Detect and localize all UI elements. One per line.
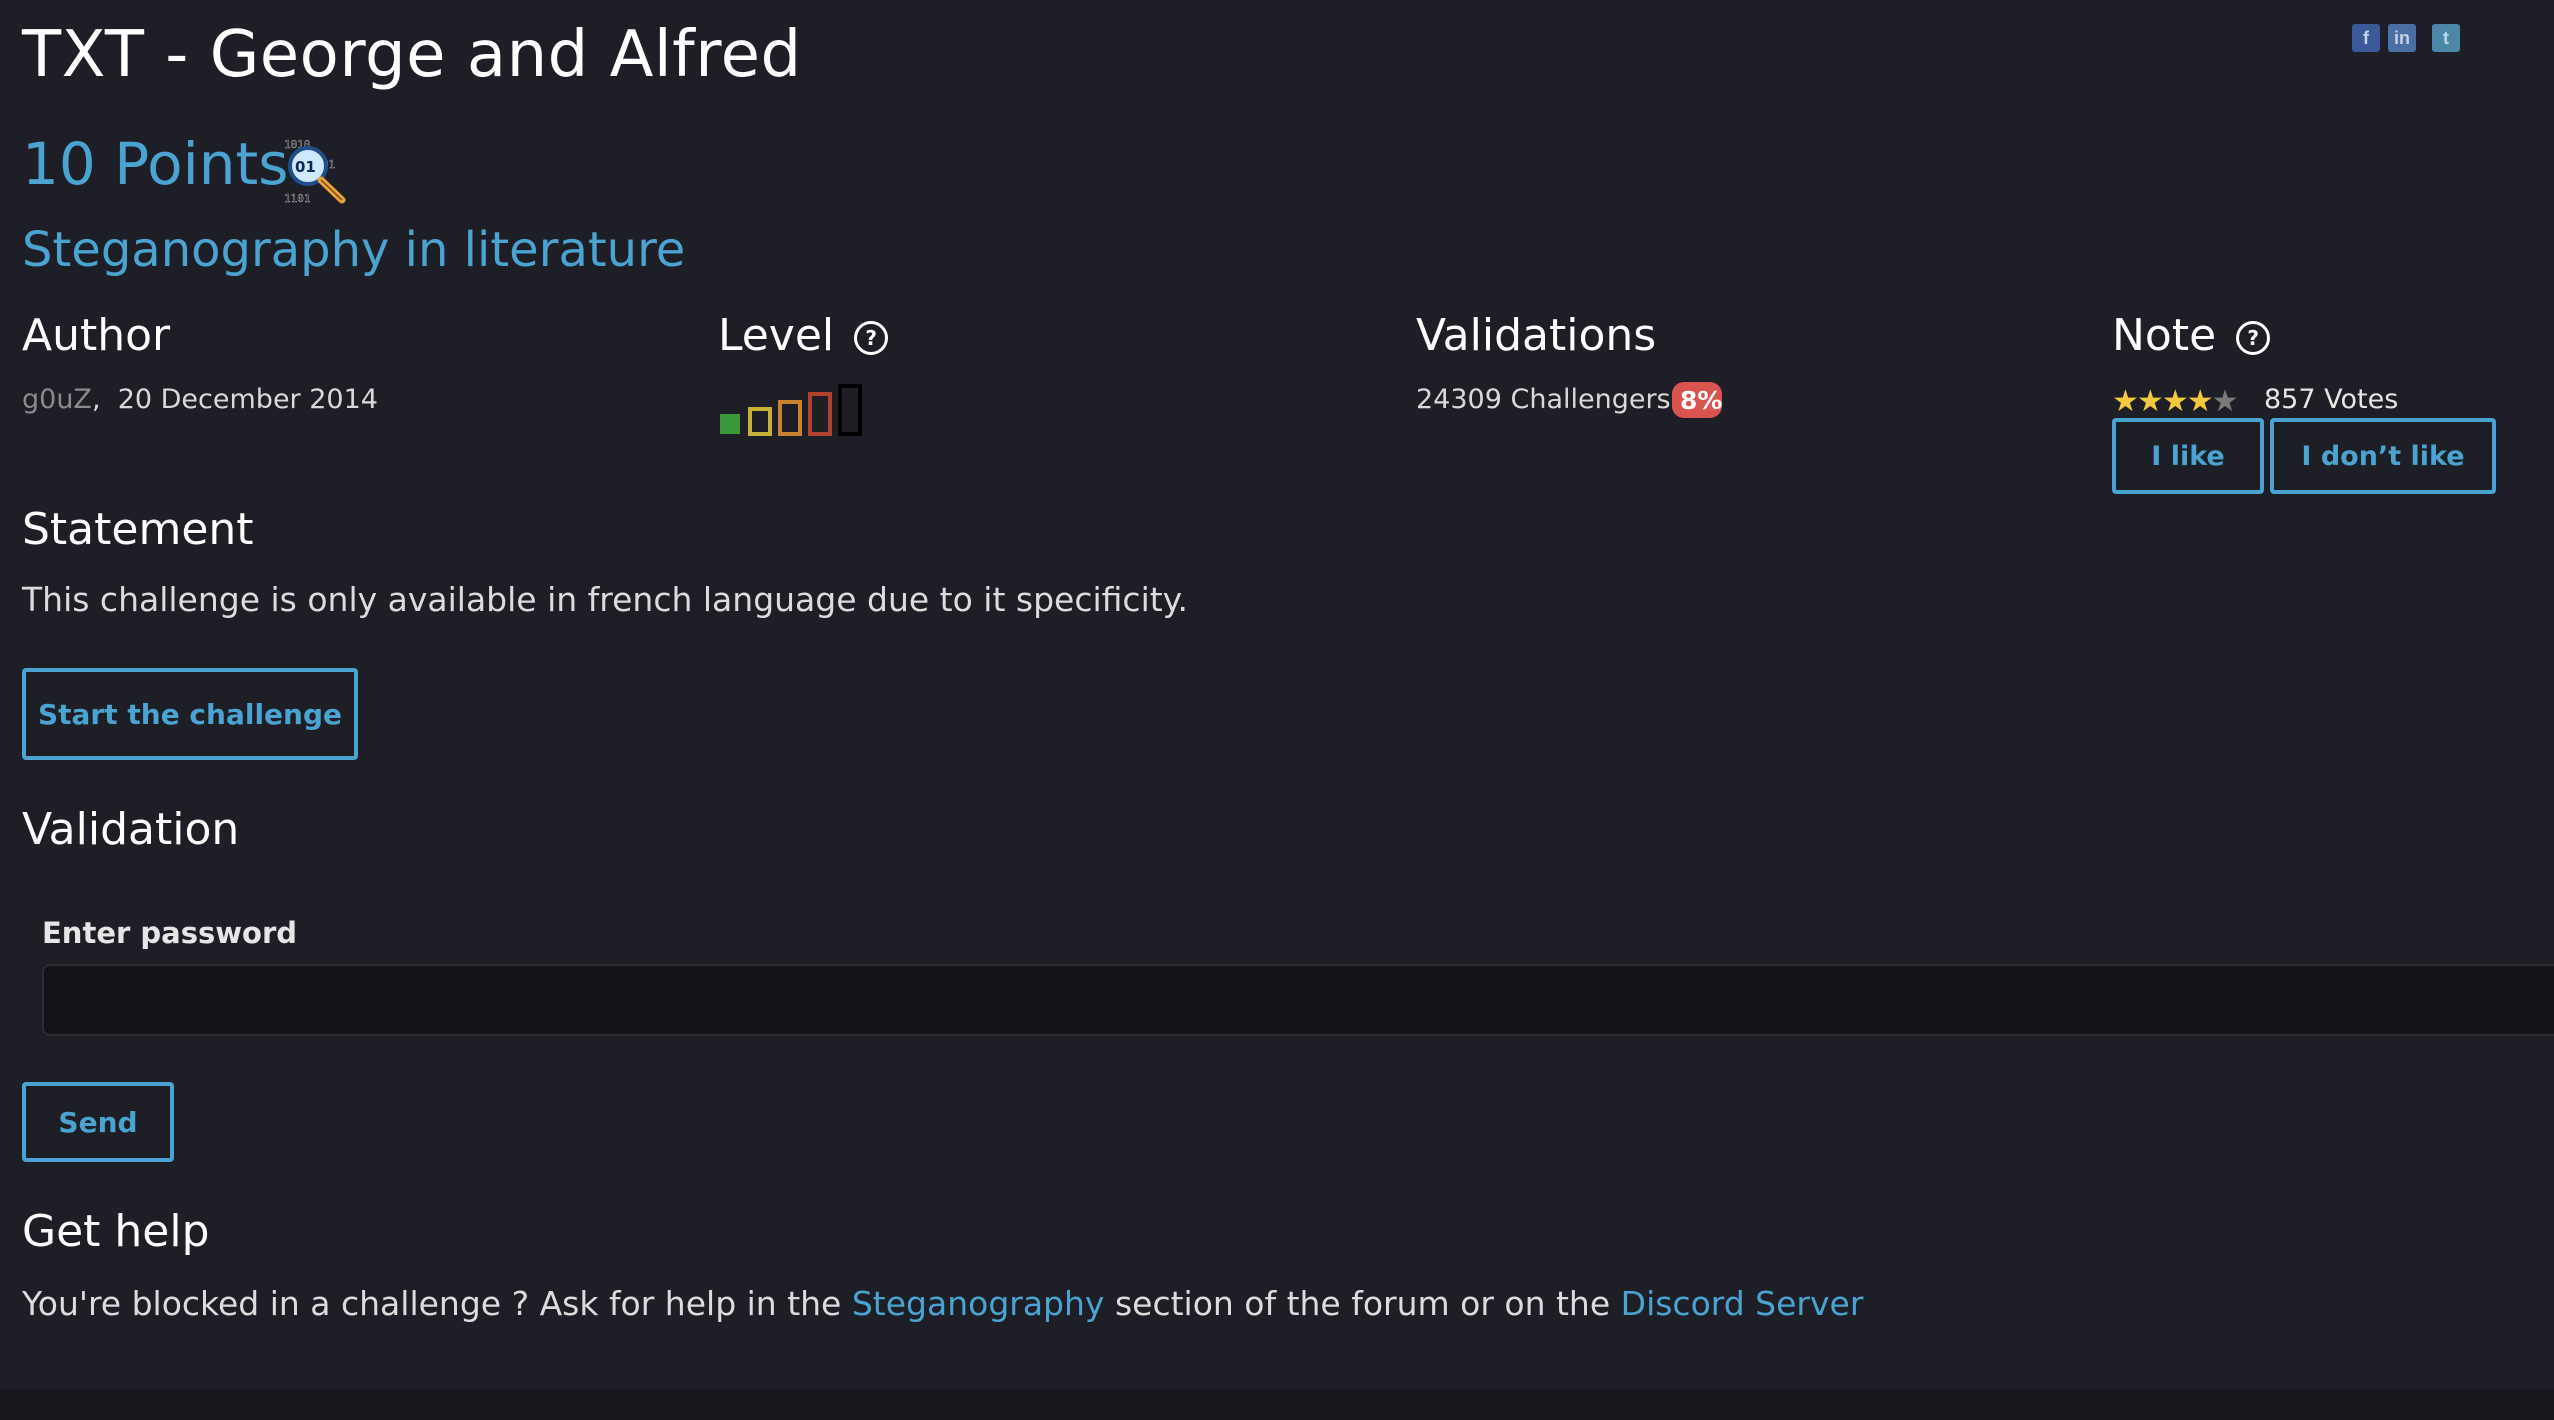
svg-text:1101: 1101 xyxy=(284,192,311,205)
validation-percent: 8% xyxy=(1680,386,1722,415)
author-date: 20 December 2014 xyxy=(117,384,378,415)
dislike-button[interactable]: I don’t like xyxy=(2270,418,2496,494)
level-indicator xyxy=(718,382,878,440)
votes-count: 857 Votes xyxy=(2264,384,2399,415)
level-heading-text: Level xyxy=(718,310,835,361)
start-challenge-button[interactable]: Start the challenge xyxy=(22,668,358,760)
category-title[interactable]: Steganography in literature xyxy=(22,222,685,278)
statement-heading: Statement xyxy=(22,504,254,555)
note-heading-text: Note xyxy=(2112,310,2217,361)
page-title: TXT - George and Alfred xyxy=(22,18,802,92)
author-meta: g0uZ, 20 December 2014 xyxy=(22,384,378,415)
star-icon: ★ xyxy=(2112,384,2139,419)
get-help-text-before: You're blocked in a challenge ? Ask for … xyxy=(22,1284,852,1323)
level-bar-4 xyxy=(808,392,832,436)
star-icon: ★ xyxy=(2136,384,2164,419)
password-label: Enter password xyxy=(42,916,298,950)
magnifier-binary-icon: 1010 01 1101 01 xyxy=(282,136,352,206)
rating-stars: ★★★★★ xyxy=(2112,384,2239,419)
linkedin-icon[interactable]: in xyxy=(2388,24,2416,52)
star-empty-icon: ★ xyxy=(2211,384,2239,419)
level-heading: Level? xyxy=(718,310,889,361)
level-bar-3 xyxy=(778,400,802,436)
author-heading: Author xyxy=(22,310,171,361)
validation-heading: Validation xyxy=(22,804,240,855)
get-help-text-middle: section of the forum or on the xyxy=(1104,1284,1621,1323)
footer-bar xyxy=(0,1390,2554,1420)
facebook-icon[interactable]: f xyxy=(2352,24,2380,52)
forum-section-link[interactable]: Steganography xyxy=(852,1284,1105,1323)
level-bar-5 xyxy=(838,384,862,436)
star-icon: ★ xyxy=(2161,384,2189,419)
author-name[interactable]: g0uZ xyxy=(22,384,92,415)
level-bar-2 xyxy=(748,407,772,436)
password-input[interactable] xyxy=(42,964,2554,1036)
get-help-heading: Get help xyxy=(22,1206,210,1257)
send-button[interactable]: Send xyxy=(22,1082,174,1162)
star-icon: ★ xyxy=(2186,384,2214,419)
help-icon[interactable]: ? xyxy=(854,321,889,355)
get-help-text: You're blocked in a challenge ? Ask for … xyxy=(22,1284,1863,1323)
points-value: 10 Points xyxy=(22,130,289,198)
percent-digit: 8 xyxy=(1680,386,1698,415)
percent-sign: % xyxy=(1697,386,1723,415)
twitter-icon[interactable]: t xyxy=(2432,24,2460,52)
discord-link[interactable]: Discord Server xyxy=(1621,1284,1864,1323)
help-icon[interactable]: ? xyxy=(2236,321,2271,355)
author-separator: , xyxy=(91,384,101,415)
level-bar-1 xyxy=(720,414,740,434)
svg-text:01: 01 xyxy=(295,158,316,176)
statement-text: This challenge is only available in fren… xyxy=(22,580,1188,619)
like-button[interactable]: I like xyxy=(2112,418,2264,494)
note-heading: Note? xyxy=(2112,310,2271,361)
validations-heading: Validations xyxy=(1416,310,1657,361)
challengers-link[interactable]: 24309 Challengers xyxy=(1416,384,1671,415)
